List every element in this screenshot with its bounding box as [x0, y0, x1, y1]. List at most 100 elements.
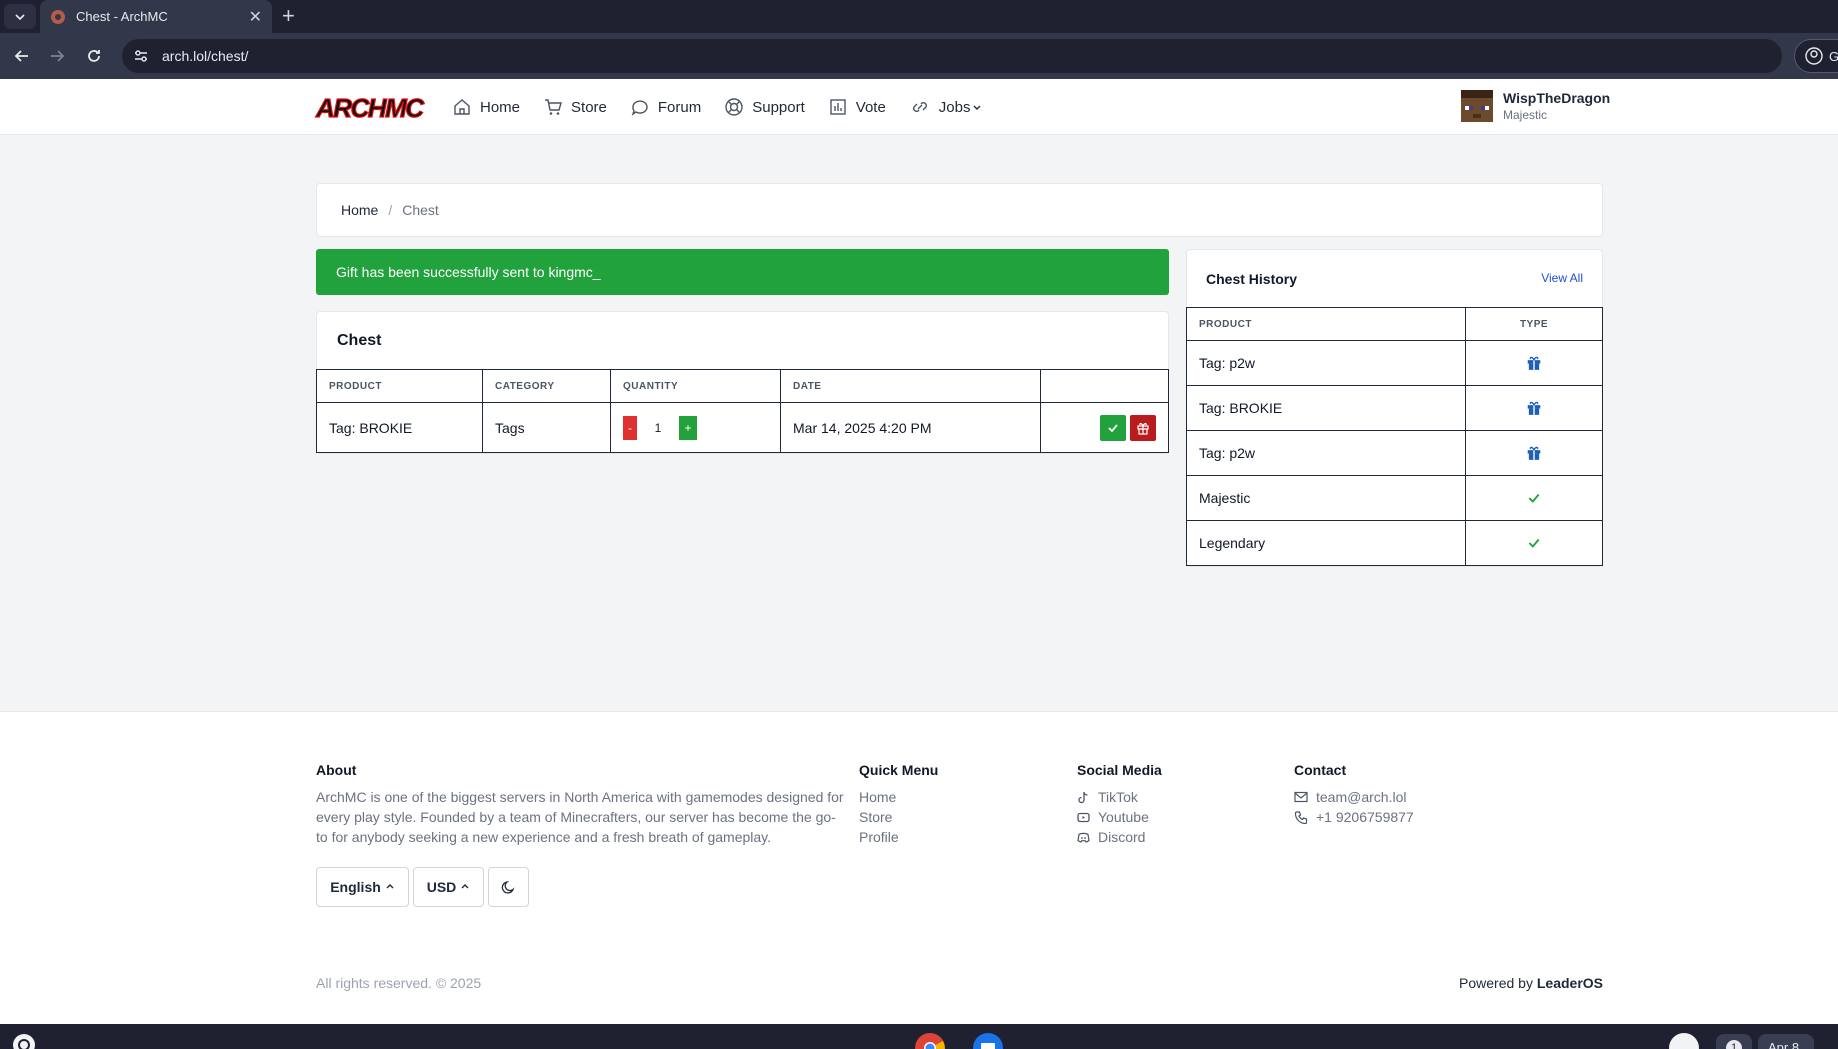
- about-text: ArchMC is one of the biggest servers in …: [316, 789, 844, 845]
- footer-link-profile[interactable]: Profile: [859, 827, 938, 847]
- contact-email-text: team@arch.lol: [1316, 789, 1407, 805]
- dark-mode-toggle[interactable]: [488, 867, 529, 907]
- column-header: PRODUCT: [1186, 307, 1466, 341]
- check-icon: [1528, 493, 1540, 503]
- breadcrumb-home[interactable]: Home: [341, 202, 378, 218]
- table-header-row: PRODUCT TYPE: [1186, 307, 1603, 341]
- language-select[interactable]: English: [316, 867, 409, 907]
- success-alert: Gift has been successfully sent to kingm…: [316, 249, 1169, 295]
- table-row: Tag: BROKIE: [1186, 385, 1603, 431]
- main-nav: Home Store Forum Support Vote Jobs: [452, 79, 1005, 135]
- gift-button[interactable]: [1130, 414, 1156, 441]
- date-tray[interactable]: Apr 8: [1758, 1034, 1814, 1049]
- chest-card: Chest PRODUCT CATEGORY QUANTITY DATE Tag…: [316, 311, 1169, 454]
- chrome-icon[interactable]: [914, 1032, 946, 1049]
- quantity-decrease-button[interactable]: -: [623, 415, 637, 440]
- gift-icon: [1527, 446, 1541, 460]
- footer-link-store[interactable]: Store: [859, 807, 938, 827]
- claim-button[interactable]: [1100, 414, 1126, 441]
- footer-heading: Social Media: [1077, 762, 1162, 778]
- breadcrumb: Home / Chest: [316, 183, 1603, 237]
- phone-icon: [1294, 810, 1308, 824]
- moon-icon: [501, 880, 515, 894]
- home-icon: [454, 99, 470, 115]
- contact-phone[interactable]: +1 9206759877: [1294, 807, 1414, 827]
- mail-icon: [1294, 791, 1308, 803]
- account-icon[interactable]: [1668, 1032, 1700, 1049]
- nav-forum[interactable]: Forum: [630, 97, 701, 117]
- profile-icon: [1805, 47, 1823, 65]
- site-footer: About ArchMC is one of the biggest serve…: [0, 711, 1838, 1024]
- table-row: Tag: BROKIE Tags - 1 + Mar 14, 2025 4:20…: [316, 402, 1169, 453]
- browser-toolbar: arch.lol/chest/ G: [0, 33, 1838, 79]
- link-icon: [912, 102, 927, 112]
- close-tab-icon[interactable]: ✕: [249, 7, 262, 27]
- contact-phone-text: +1 9206759877: [1316, 809, 1414, 825]
- column-header: PRODUCT: [316, 369, 483, 403]
- breadcrumb-separator: /: [388, 202, 393, 218]
- chest-history-card: Chest History View All PRODUCT TYPE Tag:…: [1186, 249, 1603, 567]
- nav-store[interactable]: Store: [543, 97, 607, 117]
- column-header: CATEGORY: [482, 369, 611, 403]
- notification-count: 1: [1726, 1040, 1742, 1049]
- footer-social: Social Media TikTok Youtube Discord: [1077, 762, 1162, 847]
- os-taskbar: 1 Apr 8: [0, 1024, 1838, 1049]
- quantity-increase-button[interactable]: +: [679, 415, 697, 440]
- breadcrumb-current: Chest: [402, 202, 439, 218]
- footer-link-home[interactable]: Home: [859, 787, 938, 807]
- quantity-cell: - 1 +: [610, 402, 781, 453]
- history-type-cell: [1465, 475, 1603, 521]
- nav-home[interactable]: Home: [452, 97, 520, 117]
- tab-title: Chest - ArchMC: [76, 9, 168, 24]
- new-tab-button[interactable]: +: [282, 3, 295, 29]
- actions-cell: [1040, 402, 1169, 453]
- table-row: Tag: p2w: [1186, 430, 1603, 476]
- archmc-favicon-icon: [51, 9, 65, 24]
- view-all-link[interactable]: View All: [1541, 271, 1583, 285]
- powered-prefix: Powered by: [1459, 975, 1533, 991]
- contact-email[interactable]: team@arch.lol: [1294, 787, 1414, 807]
- nav-vote[interactable]: Vote: [828, 97, 886, 117]
- date-cell: Mar 14, 2025 4:20 PM: [780, 402, 1041, 453]
- column-header-actions: [1040, 369, 1169, 403]
- history-product-cell: Tag: p2w: [1186, 340, 1466, 386]
- chest-table: PRODUCT CATEGORY QUANTITY DATE Tag: BROK…: [316, 369, 1169, 453]
- launcher-icon[interactable]: [12, 1033, 36, 1049]
- nav-jobs[interactable]: Jobs: [909, 97, 983, 117]
- chevron-down-icon: [15, 13, 25, 20]
- history-type-cell: [1465, 385, 1603, 431]
- social-label: Youtube: [1098, 809, 1149, 825]
- reload-icon[interactable]: [84, 46, 104, 66]
- site-settings-icon[interactable]: [132, 47, 150, 65]
- nav-label: Jobs: [938, 98, 971, 116]
- history-type-cell: [1465, 340, 1603, 386]
- footer-link-discord[interactable]: Discord: [1077, 827, 1162, 847]
- powered-brand: LeaderOS: [1536, 975, 1603, 991]
- notification-button[interactable]: 1: [1716, 1034, 1752, 1049]
- browser-tab[interactable]: Chest - ArchMC ✕: [40, 0, 272, 33]
- quantity-input[interactable]: 1: [637, 415, 679, 440]
- footer-link-youtube[interactable]: Youtube: [1077, 807, 1162, 827]
- powered-by[interactable]: Powered by LeaderOS: [1459, 975, 1603, 991]
- archmc-logo[interactable]: ARCHMC: [314, 91, 426, 123]
- footer-link-tiktok[interactable]: TikTok: [1077, 787, 1162, 807]
- column-header: QUANTITY: [610, 369, 781, 403]
- address-bar[interactable]: arch.lol/chest/: [122, 39, 1782, 73]
- currency-select[interactable]: USD: [413, 867, 484, 907]
- discord-icon: [1077, 832, 1090, 843]
- nav-support[interactable]: Support: [724, 97, 805, 117]
- check-icon: [1108, 423, 1118, 432]
- youtube-icon: [1077, 812, 1090, 822]
- user-menu[interactable]: WispTheDragon Majestic: [1461, 90, 1610, 122]
- browser-tab-strip: Chest - ArchMC ✕ +: [0, 0, 1838, 33]
- copyright: All rights reserved. © 2025: [316, 975, 482, 991]
- files-icon[interactable]: [972, 1032, 1004, 1049]
- tab-search-button[interactable]: [4, 4, 36, 29]
- forward-arrow-icon[interactable]: [47, 46, 67, 66]
- back-arrow-icon[interactable]: [12, 46, 32, 66]
- profile-button[interactable]: G: [1794, 39, 1838, 73]
- gift-icon: [1527, 356, 1541, 370]
- quantity-stepper: - 1 +: [623, 415, 768, 440]
- user-name: WispTheDragon: [1503, 90, 1611, 106]
- user-rank: Majestic: [1503, 108, 1548, 122]
